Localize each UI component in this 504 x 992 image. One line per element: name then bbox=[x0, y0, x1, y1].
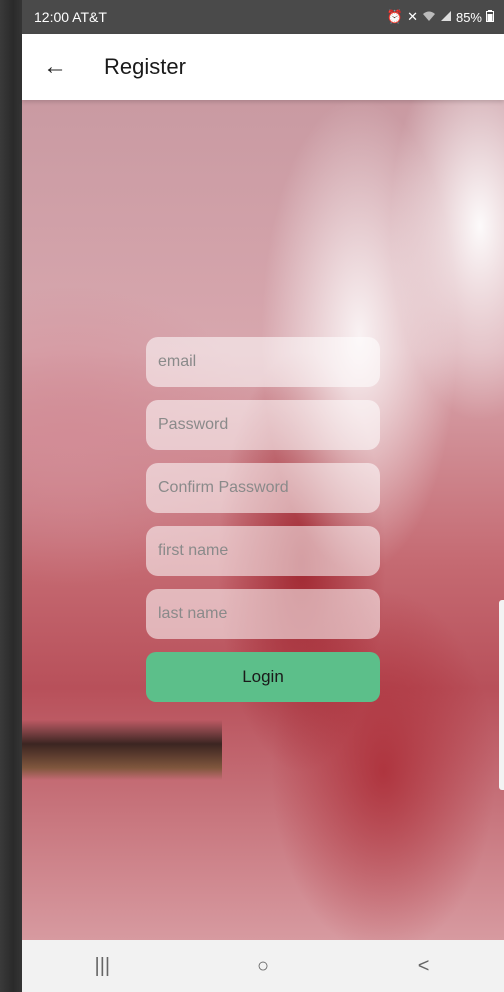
status-icons: ⏰ ✕ 85% bbox=[387, 9, 494, 25]
status-bar: 12:00 AT&T ⏰ ✕ 85% bbox=[22, 0, 504, 34]
device-frame bbox=[0, 0, 22, 992]
app-bar: ← Register bbox=[22, 34, 504, 100]
first-name-field[interactable] bbox=[146, 526, 380, 576]
status-time-carrier: 12:00 AT&T bbox=[34, 9, 107, 25]
edge-panel-handle[interactable] bbox=[499, 600, 504, 790]
page-title: Register bbox=[104, 54, 186, 79]
login-button[interactable]: Login bbox=[146, 652, 380, 702]
back-arrow-icon[interactable]: ← bbox=[40, 52, 70, 82]
confirm-password-field[interactable] bbox=[146, 463, 380, 513]
mute-icon: ✕ bbox=[407, 9, 418, 24]
password-field[interactable] bbox=[146, 400, 380, 450]
wifi-icon bbox=[422, 10, 436, 25]
background-highlight bbox=[384, 100, 504, 520]
battery-level: 85% bbox=[455, 9, 482, 25]
register-form: Login bbox=[146, 337, 380, 702]
signal-icon bbox=[440, 10, 452, 25]
home-icon[interactable]: ○ bbox=[233, 955, 293, 978]
last-name-field[interactable] bbox=[146, 589, 380, 639]
battery-icon bbox=[486, 9, 494, 25]
email-field[interactable] bbox=[146, 337, 380, 387]
alarm-icon: ⏰ bbox=[386, 9, 404, 24]
recents-icon[interactable]: ||| bbox=[72, 955, 132, 978]
background-image: Login bbox=[22, 100, 504, 940]
nav-back-icon[interactable]: < bbox=[394, 955, 454, 978]
system-nav-bar: ||| ○ < bbox=[22, 940, 504, 992]
background-dark-band bbox=[22, 720, 222, 780]
